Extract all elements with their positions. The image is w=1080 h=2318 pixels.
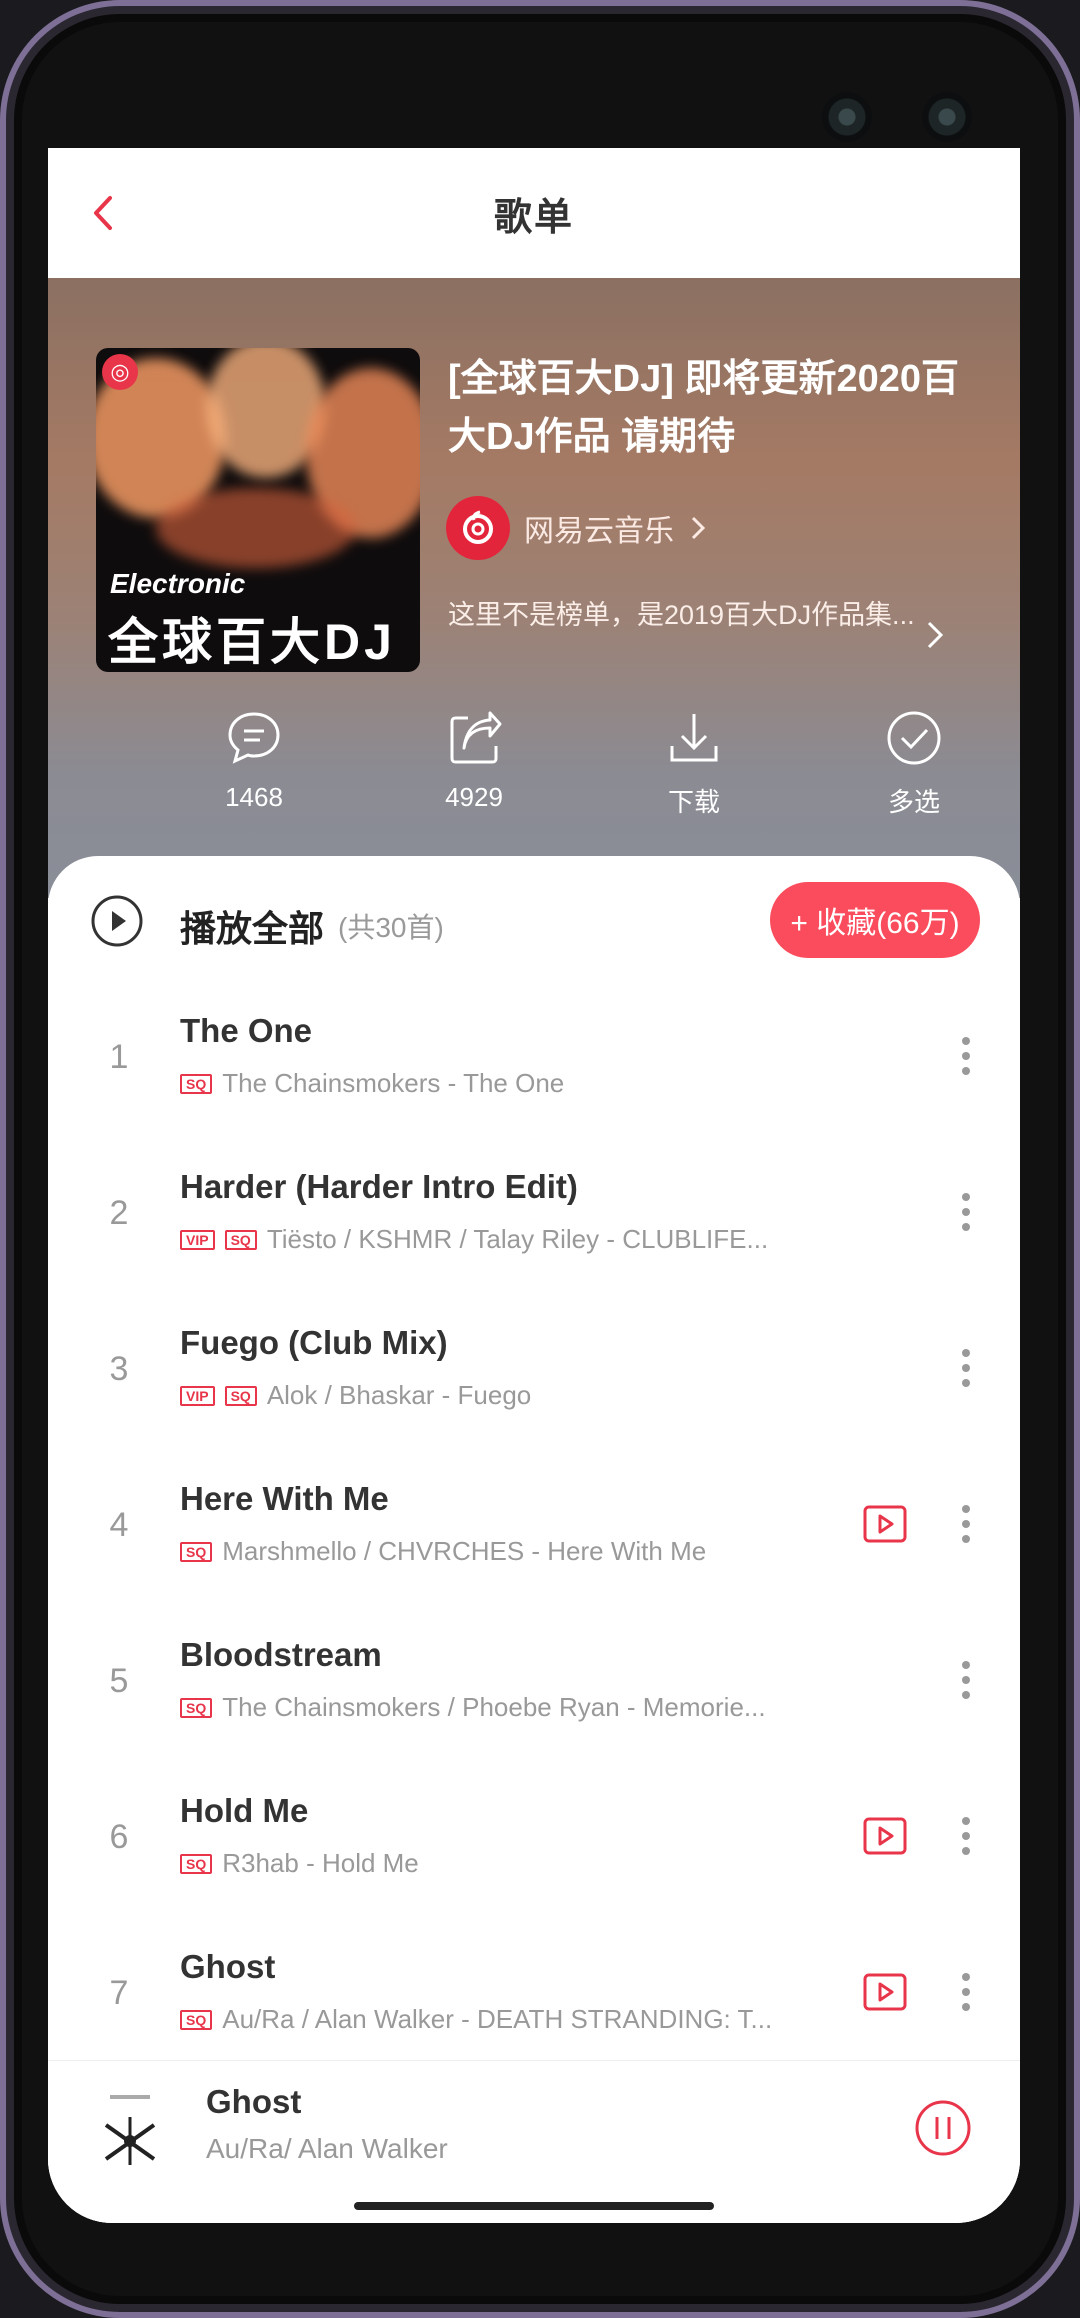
more-options-icon[interactable] [958,1814,974,1858]
quality-badge: SQ [180,1073,213,1094]
quality-badge: SQ [180,1541,213,1562]
more-options-icon[interactable] [958,1502,974,1546]
song-index: 7 [109,1974,129,2012]
comment-button[interactable]: 1468 [174,708,334,813]
song-index: 1 [109,1038,129,1076]
song-row[interactable]: 7 Ghost SQ Au/Ra / Alan Walker - DEATH ST… [48,1922,1020,2078]
quality-badge: SQ [180,1697,213,1718]
camera-lens [922,92,972,142]
song-row[interactable]: 6 Hold Me SQ R3hab - Hold Me [48,1766,1020,1922]
more-options-icon[interactable] [958,1970,974,2014]
song-title: Ghost [180,1948,276,1985]
app-screen: 歌单 ◎ Electronic 全球百大DJ [全球百大DJ] 即将更新2020… [48,148,1020,2223]
cover-title: 全球百大DJ [108,614,396,670]
play-all-row[interactable]: 播放全部 (共30首) + 收藏(66万) [48,856,1020,986]
multi-select-button[interactable]: 多选 [834,708,994,819]
song-title: Bloodstream [180,1636,382,1673]
song-title: The One [180,1012,313,1049]
song-subtitle: VIP SQ Tiësto / KSHMR / Talay Riley - CLUB… [180,1224,768,1255]
song-artist: Alok / Bhaskar - Fuego [266,1380,532,1410]
song-list-card: 播放全部 (共30首) + 收藏(66万) 1 The One SQ The Ch… [48,856,1020,2223]
song-title: Fuego (Club Mix) [180,1324,448,1361]
share-count: 4929 [445,782,503,812]
camera-lens [822,92,872,142]
playlist-description[interactable]: 这里不是榜单，是2019百大DJ作品集... [448,593,918,637]
more-options-icon[interactable] [958,1346,974,1390]
song-row[interactable]: 3 Fuego (Club Mix) VIP SQ Alok / Bhaskar -… [48,1298,1020,1454]
song-index: 5 [109,1662,129,1700]
quality-badge: SQ [224,1229,257,1250]
comment-count: 1468 [225,782,283,812]
mini-player[interactable]: Ghost Au/Ra/ Alan Walker [48,2060,1020,2223]
song-artist: Marshmello / CHVRCHES - Here With Me [222,1536,707,1566]
song-artist: The Chainsmokers - The One [222,1068,565,1098]
mv-video-icon[interactable] [862,1816,908,1856]
player-song-title: Ghost [206,2083,302,2120]
pause-icon[interactable] [914,2099,972,2157]
chevron-right-icon [691,516,706,540]
share-button[interactable]: 4929 [394,708,554,813]
action-row: 1468 4929 下载 多选 [48,708,1020,828]
download-icon [670,714,718,762]
song-row[interactable]: 1 The One SQ The Chainsmokers - The One [48,986,1020,1142]
album-art-thumbnail[interactable] [84,2081,176,2173]
song-artist: Tiësto / KSHMR / Talay Riley - CLUBLIFE.… [266,1224,769,1254]
download-button[interactable]: 下载 [614,708,774,819]
playlist-header: ◎ Electronic 全球百大DJ [全球百大DJ] 即将更新2020百大D… [48,278,1020,898]
player-artist: Au/Ra/ Alan Walker [206,2133,448,2164]
home-indicator[interactable] [354,2202,714,2210]
song-subtitle: SQ The Chainsmokers - The One [180,1068,564,1099]
netease-logo-icon: ◎ [102,354,138,390]
play-circle-icon[interactable] [90,894,144,948]
song-index: 6 [109,1818,129,1856]
multi-select-label: 多选 [887,787,940,817]
song-title: Here With Me [180,1480,389,1517]
song-subtitle: SQ R3hab - Hold Me [180,1848,419,1879]
song-title: Harder (Harder Intro Edit) [180,1168,578,1205]
mv-video-icon[interactable] [862,1504,908,1544]
playlist-title: [全球百大DJ] 即将更新2020百大DJ作品 请期待 [448,358,959,458]
favorite-button[interactable]: + 收藏(66万) [770,882,980,958]
song-subtitle: SQ Marshmello / CHVRCHES - Here With Me [180,1536,706,1567]
quality-badge: SQ [224,1385,257,1406]
creator-avatar [446,496,510,560]
song-count: (共30首) [338,912,444,943]
share-icon [450,711,502,764]
song-subtitle: SQ Au/Ra / Alan Walker - DEATH STRANDING:… [180,2004,772,2035]
page-title: 歌单 [493,196,574,239]
song-title: Hold Me [180,1792,309,1829]
quality-badge: SQ [180,1853,213,1874]
comment-icon [228,712,280,764]
more-options-icon[interactable] [958,1034,974,1078]
quality-badge: VIP [180,1385,215,1406]
song-artist: The Chainsmokers / Phoebe Ryan - Memorie… [222,1692,766,1722]
song-index: 2 [109,1194,129,1232]
playlist-cover[interactable]: ◎ Electronic 全球百大DJ [96,348,420,672]
song-row[interactable]: 2 Harder (Harder Intro Edit) VIP SQ Tiësto… [48,1142,1020,1298]
song-index: 4 [109,1506,129,1544]
more-options-icon[interactable] [958,1190,974,1234]
top-bar: 歌单 [48,148,1020,278]
multi-select-icon [887,711,941,765]
chevron-right-icon[interactable] [924,618,946,652]
mv-video-icon[interactable] [862,1972,908,2012]
back-arrow-icon[interactable] [78,188,128,238]
cover-genre: Electronic [110,568,246,599]
quality-badge: SQ [180,2009,213,2030]
song-index: 3 [109,1350,129,1388]
song-row[interactable]: 4 Here With Me SQ Marshmello / CHVRCHES -… [48,1454,1020,1610]
song-subtitle: VIP SQ Alok / Bhaskar - Fuego [180,1380,531,1411]
quality-badge: VIP [180,1229,215,1250]
netease-logo-icon [463,510,493,544]
more-options-icon[interactable] [958,1658,974,1702]
play-all-label[interactable]: 播放全部 [180,900,324,952]
download-label: 下载 [667,787,720,817]
phone-frame: 歌单 ◎ Electronic 全球百大DJ [全球百大DJ] 即将更新2020… [0,0,1080,2318]
song-artist: Au/Ra / Alan Walker - DEATH STRANDING: T… [222,2004,773,2034]
creator-link[interactable]: 网易云音乐 [446,496,708,560]
song-artist: R3hab - Hold Me [222,1848,419,1878]
song-subtitle: SQ The Chainsmokers / Phoebe Ryan - Memor… [180,1692,766,1723]
song-row[interactable]: 5 Bloodstream SQ The Chainsmokers / Phoeb… [48,1610,1020,1766]
creator-name: 网易云音乐 [524,515,674,548]
